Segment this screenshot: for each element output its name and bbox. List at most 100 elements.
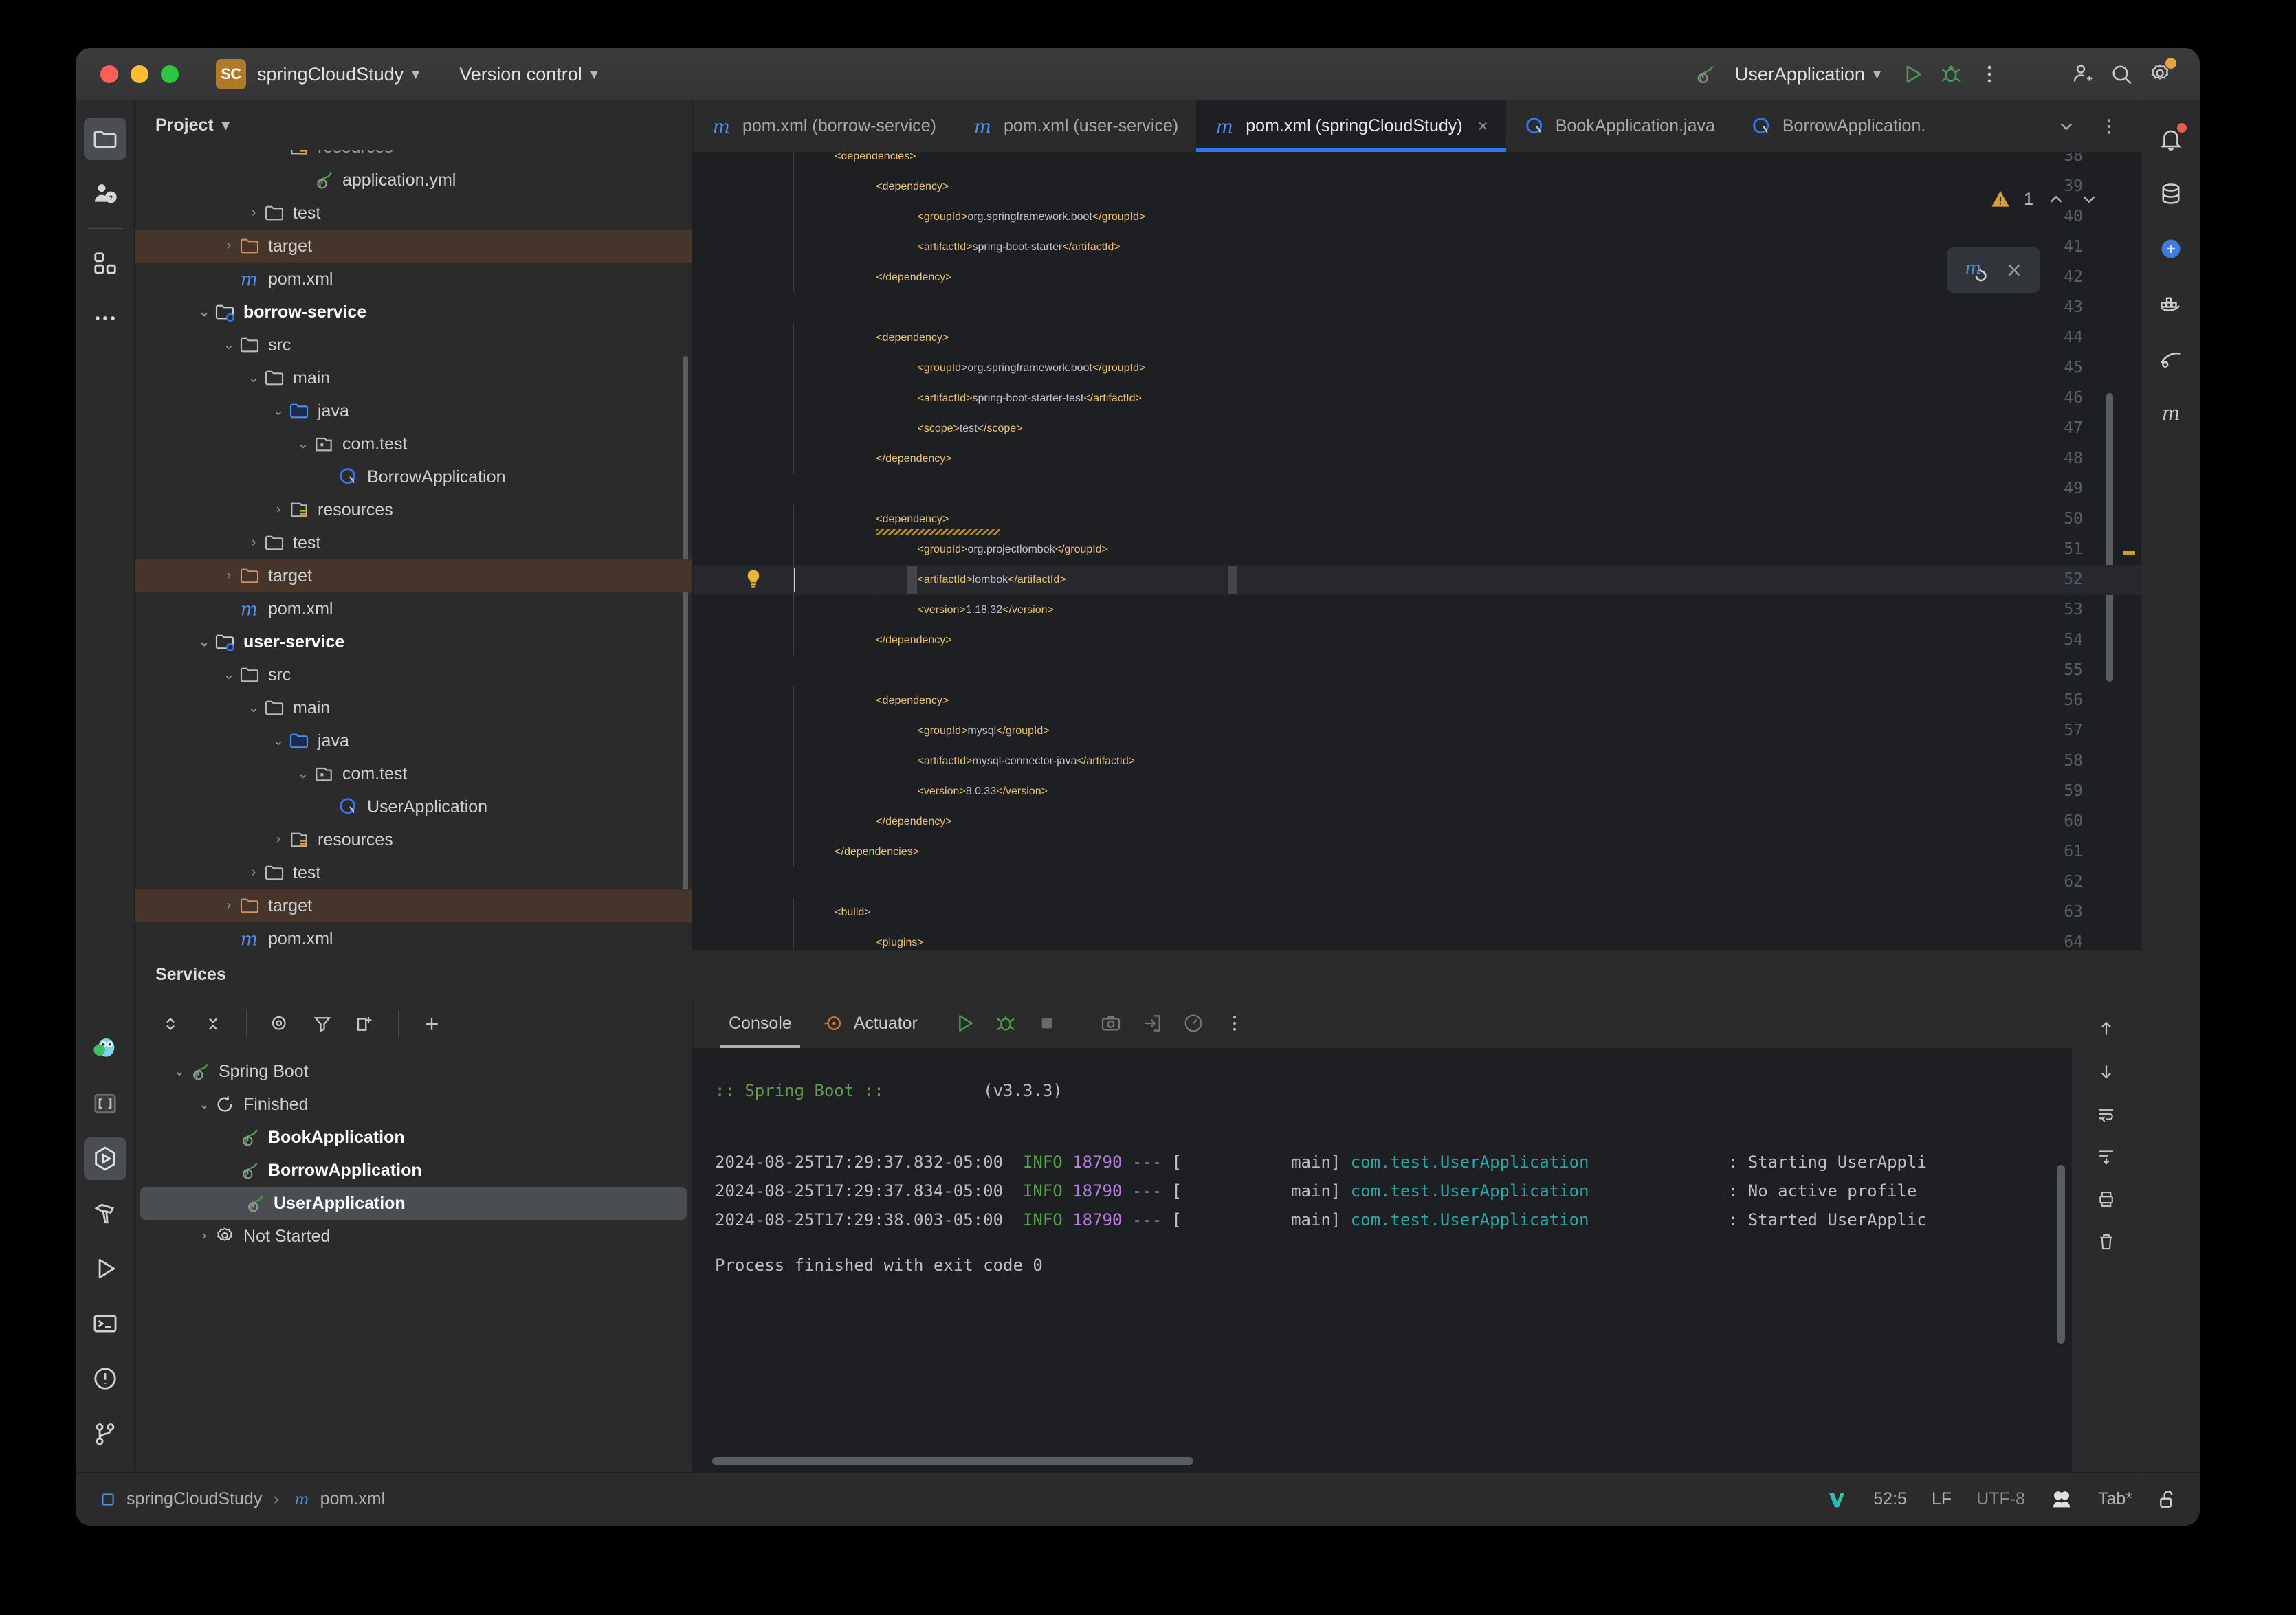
code-line[interactable]: <dependencies> [835,153,916,172]
code-line[interactable]: <artifactId>mysql-connector-java</artifa… [917,746,1135,777]
close-tab-icon[interactable]: × [1478,115,1488,137]
console-tab-bar[interactable]: ConsoleActuator [693,999,2072,1048]
editor-options-button[interactable] [2090,107,2128,146]
project-tree-row[interactable]: ⌄com.test [135,757,692,790]
services-tool-window-button[interactable] [84,1137,126,1180]
services-tree[interactable]: ⌄Spring Boot⌄FinishedBookApplicationBorr… [135,1048,692,1472]
code-line[interactable]: <groupId>org.springframework.boot</group… [917,202,1145,232]
indent-label[interactable]: Tab* [2098,1489,2132,1509]
project-tree-row[interactable]: ›target [135,230,692,263]
debug-button[interactable] [986,1004,1025,1043]
add-service-icon[interactable] [412,1005,451,1043]
settings-gear-icon[interactable] [2141,55,2179,93]
project-tree-row[interactable]: ⌄src [135,328,692,361]
project-tree-row[interactable]: ›resources [135,823,692,856]
services-tree-row[interactable]: BookApplication [135,1121,692,1154]
project-tree-row[interactable]: resources [135,150,692,164]
code-line[interactable]: <version>8.0.33</version> [917,777,1047,807]
project-tree-row[interactable]: ⌄main [135,691,692,724]
code-line[interactable]: </dependency> [876,263,951,293]
project-tree-row[interactable]: ⌄java [135,394,692,427]
camera-icon[interactable] [1092,1004,1130,1043]
project-tree-row[interactable]: ›test [135,526,692,559]
project-tree-row[interactable]: mpom.xml [135,592,692,625]
project-tree-row[interactable]: ›resources [135,493,692,526]
maven-button[interactable]: m [2150,392,2192,435]
project-tree-row[interactable]: ⌄user-service [135,625,692,658]
clear-all-icon[interactable] [2087,1223,2126,1261]
view-options-icon[interactable] [261,1005,299,1043]
version-control-button[interactable] [84,1412,126,1455]
tree-expand-arrow-icon[interactable]: › [269,502,287,517]
add-user-icon[interactable] [2064,55,2102,93]
new-tab-icon[interactable] [346,1005,384,1043]
console-output[interactable]: :: Spring Boot :: (v3.3.3)2024-08-25T17:… [693,1048,2072,1472]
code-line[interactable]: <artifactId>spring-boot-starter-test</ar… [917,383,1141,414]
project-tool-window-button[interactable] [84,118,126,160]
project-tree-row[interactable]: UserApplication [135,790,692,823]
status-breadcrumb-file[interactable]: pom.xml [320,1489,385,1509]
tab-list-chevron-icon[interactable] [2047,107,2086,146]
project-tree-row[interactable]: BorrowApplication [135,460,692,493]
print-icon[interactable] [2087,1180,2126,1218]
tree-expand-arrow-icon[interactable]: › [245,535,263,550]
tree-expand-arrow-icon[interactable]: ⌄ [170,1064,188,1080]
export-icon[interactable] [1133,1004,1171,1043]
intention-bulb-icon[interactable] [742,568,764,590]
lock-open-icon[interactable] [2157,1489,2179,1511]
search-icon[interactable] [2102,55,2141,93]
docker-button[interactable] [2150,282,2192,325]
editor-tab[interactable]: BorrowApplication. [1733,100,1943,152]
tree-expand-arrow-icon[interactable]: › [269,832,287,847]
tree-expand-arrow-icon[interactable]: › [220,898,238,913]
editor-vertical-scrollbar[interactable] [2106,393,2113,682]
console-horizontal-scrollbar[interactable] [712,1457,1193,1465]
code-line[interactable]: <dependency> [876,323,949,353]
window-controls[interactable] [100,65,179,83]
project-tree-row[interactable]: ›target [135,559,692,592]
idea-vim-icon[interactable] [1825,1488,1848,1511]
notifications-bell-icon[interactable] [2150,118,2192,160]
stop-button[interactable] [1028,1004,1066,1043]
code-line[interactable]: <groupId>org.springframework.boot</group… [917,353,1145,383]
tree-expand-arrow-icon[interactable]: ⌄ [269,403,287,419]
code-line[interactable]: </dependency> [876,807,951,837]
editor-tab[interactable]: mpom.xml (borrow-service) [693,100,954,152]
expand-collapse-icon[interactable] [151,1005,190,1043]
services-tree-row[interactable]: ⌄Finished [135,1088,692,1121]
editor-tab-bar[interactable]: mpom.xml (borrow-service)mpom.xml (user-… [693,100,2141,153]
encoding-label[interactable]: UTF-8 [1976,1489,2025,1509]
run-configuration-selector[interactable]: UserApplication ▾ [1686,55,1881,93]
tree-expand-arrow-icon[interactable]: ⌄ [269,733,287,749]
scroll-down-icon[interactable] [2087,1052,2126,1091]
project-tree-row[interactable]: ⌄borrow-service [135,296,692,328]
code-line[interactable]: <artifactId>spring-boot-starter</artifac… [917,232,1120,263]
console-more-icon[interactable] [1215,1004,1254,1043]
build-hammer-icon[interactable] [84,1192,126,1235]
run-tool-window-button[interactable] [84,1247,126,1290]
code-line[interactable]: <dependency> [876,172,949,202]
run-button[interactable] [1893,55,1932,93]
close-window-button[interactable] [100,65,118,83]
console-vertical-scrollbar[interactable] [2057,1165,2065,1344]
project-tree-row[interactable]: ⌄src [135,658,692,691]
more-tool-windows-button[interactable] [84,297,126,339]
project-name-menu[interactable]: springCloudStudy ▾ [246,64,419,85]
version-control-menu[interactable]: Version control ▾ [448,64,598,85]
services-tree-row[interactable]: ›Not Started [135,1220,692,1253]
services-tree-row[interactable]: BorrowApplication [135,1154,692,1187]
tree-expand-arrow-icon[interactable]: ⌄ [220,337,238,353]
tree-expand-arrow-icon[interactable]: ⌄ [195,634,213,650]
filter-icon[interactable] [303,1005,342,1043]
project-tree-row[interactable]: ⌄com.test [135,427,692,460]
terminal-button[interactable] [84,1302,126,1345]
code-line[interactable]: <build> [835,898,871,928]
plugins-button[interactable] [84,242,126,285]
project-tree-row[interactable]: ›test [135,197,692,230]
project-tree-row[interactable]: ›test [135,856,692,889]
tree-expand-arrow-icon[interactable]: › [220,238,238,254]
soft-wrap-icon[interactable] [2087,1095,2126,1133]
rerun-button[interactable] [945,1004,984,1043]
bookmarks-button[interactable] [84,1082,126,1125]
console-tab[interactable]: Console [714,999,807,1048]
